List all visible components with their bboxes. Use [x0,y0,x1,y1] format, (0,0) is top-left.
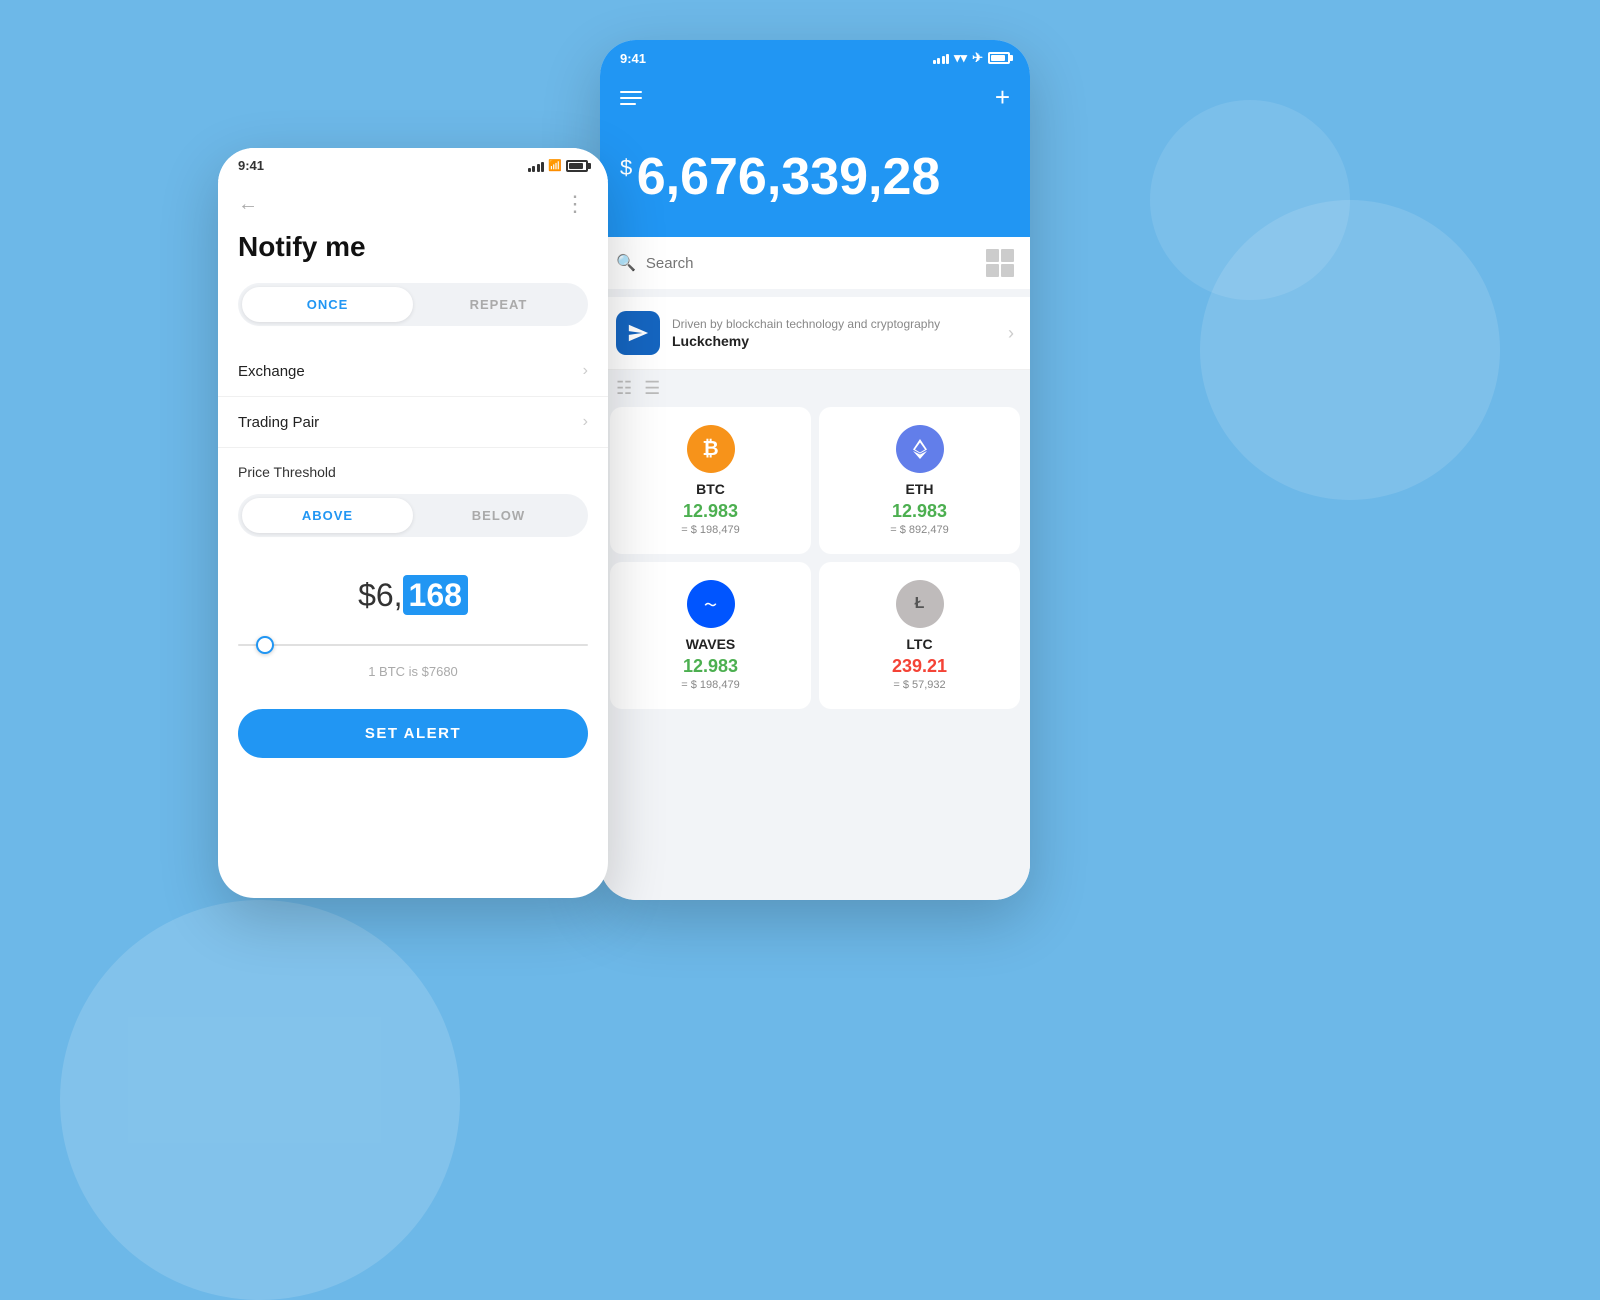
portfolio-content: 🔍 Driven by blockchain technology and cr… [600,237,1030,900]
crypto-card-btc[interactable]: ₿ BTC 12.983 = $ 198,479 [610,407,811,554]
trading-pair-label: Trading Pair [238,414,319,431]
waves-usd: = $ 198,479 [622,679,799,691]
btc-info: 1 BTC is $7680 [218,656,608,699]
status-time-back: 9:41 [620,51,646,66]
promo-icon [616,311,660,355]
back-button[interactable]: ← [238,193,258,216]
ltc-usd: = $ 57,932 [831,679,1008,691]
promo-text: Driven by blockchain technology and cryp… [672,317,996,349]
price-highlighted: 168 [403,575,468,615]
trading-pair-arrow-icon: › [583,413,588,431]
crypto-card-ltc[interactable]: Ł LTC 239.21 = $ 57,932 [819,562,1020,709]
waves-name: WAVES [622,636,799,652]
set-alert-button[interactable]: SET ALERT [238,709,588,758]
currency-symbol: $ [620,155,632,181]
menu-icon[interactable] [620,91,642,105]
bg-decoration-1 [60,900,460,1300]
exchange-arrow-icon: › [583,362,588,380]
notify-phone: 9:41 📶 ← ⋮ Notify me ONCE REPEAT Exchang… [218,148,608,898]
btc-value: 12.983 [622,501,799,522]
view-toggle: ☷ ☰ [600,370,1030,407]
portfolio-value-section: $ 6,676,339,28 [600,137,1030,237]
above-button[interactable]: ABOVE [242,498,413,533]
eth-usd: = $ 892,479 [831,524,1008,536]
exchange-menu-item[interactable]: Exchange › [218,346,608,397]
promo-subtitle: Driven by blockchain technology and cryp… [672,317,996,331]
price-prefix: $6, [358,577,402,613]
slider-container [218,644,608,656]
search-input[interactable] [646,255,976,272]
waves-value: 12.983 [622,656,799,677]
btc-name: BTC [622,481,799,497]
notify-toggle-group: ONCE REPEAT [238,283,588,326]
crypto-card-waves[interactable]: ～ WAVES 12.983 = $ 198,479 [610,562,811,709]
more-menu-button[interactable]: ⋮ [564,191,588,217]
btc-usd: = $ 198,479 [622,524,799,536]
signal-icon-front [528,160,545,172]
eth-name: ETH [831,481,1008,497]
search-bar: 🔍 [600,237,1030,289]
price-display: $6,168 [218,557,608,634]
status-time-front: 9:41 [238,158,264,173]
once-button[interactable]: ONCE [242,287,413,322]
slider-thumb[interactable] [256,636,274,654]
eth-icon [896,425,944,473]
ethereum-symbol [908,437,932,461]
portfolio-amount: 6,676,339,28 [637,148,941,206]
signal-icon [933,52,950,64]
crypto-grid: ₿ BTC 12.983 = $ 198,479 ETH 12.983 = $ … [600,407,1030,719]
promo-banner[interactable]: Driven by blockchain technology and cryp… [600,297,1030,370]
ltc-name: LTC [831,636,1008,652]
promo-arrow-icon: › [1008,323,1014,344]
slider-track [238,644,588,646]
bg-decoration-3 [1150,100,1350,300]
list-view-icon[interactable]: ☰ [644,378,660,399]
ltc-value: 239.21 [831,656,1008,677]
status-bar-front: 9:41 📶 [218,148,608,181]
repeat-button[interactable]: REPEAT [413,287,584,322]
price-threshold-label: Price Threshold [218,448,608,486]
exchange-label: Exchange [238,363,305,380]
battery-icon-front [566,160,588,172]
page-title: Notify me [218,227,608,283]
wifi-icon-2: ✈ [972,50,983,66]
send-icon [627,322,649,344]
battery-icon [988,52,1010,64]
btc-icon: ₿ [687,425,735,473]
portfolio-phone: 9:41 ▾▾ ✈ + $ 6,676,339,28 [600,40,1030,900]
eth-value: 12.983 [831,501,1008,522]
below-button[interactable]: BELOW [413,498,584,533]
portfolio-header: + [600,74,1030,137]
price-toggle-group: ABOVE BELOW [238,494,588,537]
promo-title: Luckchemy [672,333,996,349]
waves-icon: ～ [687,580,735,628]
wifi-icon-front: 📶 [548,159,562,172]
status-icons-back: ▾▾ ✈ [933,50,1010,66]
ltc-icon: Ł [896,580,944,628]
search-icon: 🔍 [616,253,636,273]
status-icons-front: 📶 [528,159,588,172]
crypto-card-eth[interactable]: ETH 12.983 = $ 892,479 [819,407,1020,554]
trading-pair-menu-item[interactable]: Trading Pair › [218,397,608,448]
wifi-icon: ▾▾ [954,50,967,66]
qr-code-icon[interactable] [986,249,1014,277]
grid-view-icon[interactable]: ☷ [616,378,632,399]
add-button[interactable]: + [995,82,1010,113]
nav-bar: ← ⋮ [218,181,608,227]
status-bar-back: 9:41 ▾▾ ✈ [600,40,1030,74]
